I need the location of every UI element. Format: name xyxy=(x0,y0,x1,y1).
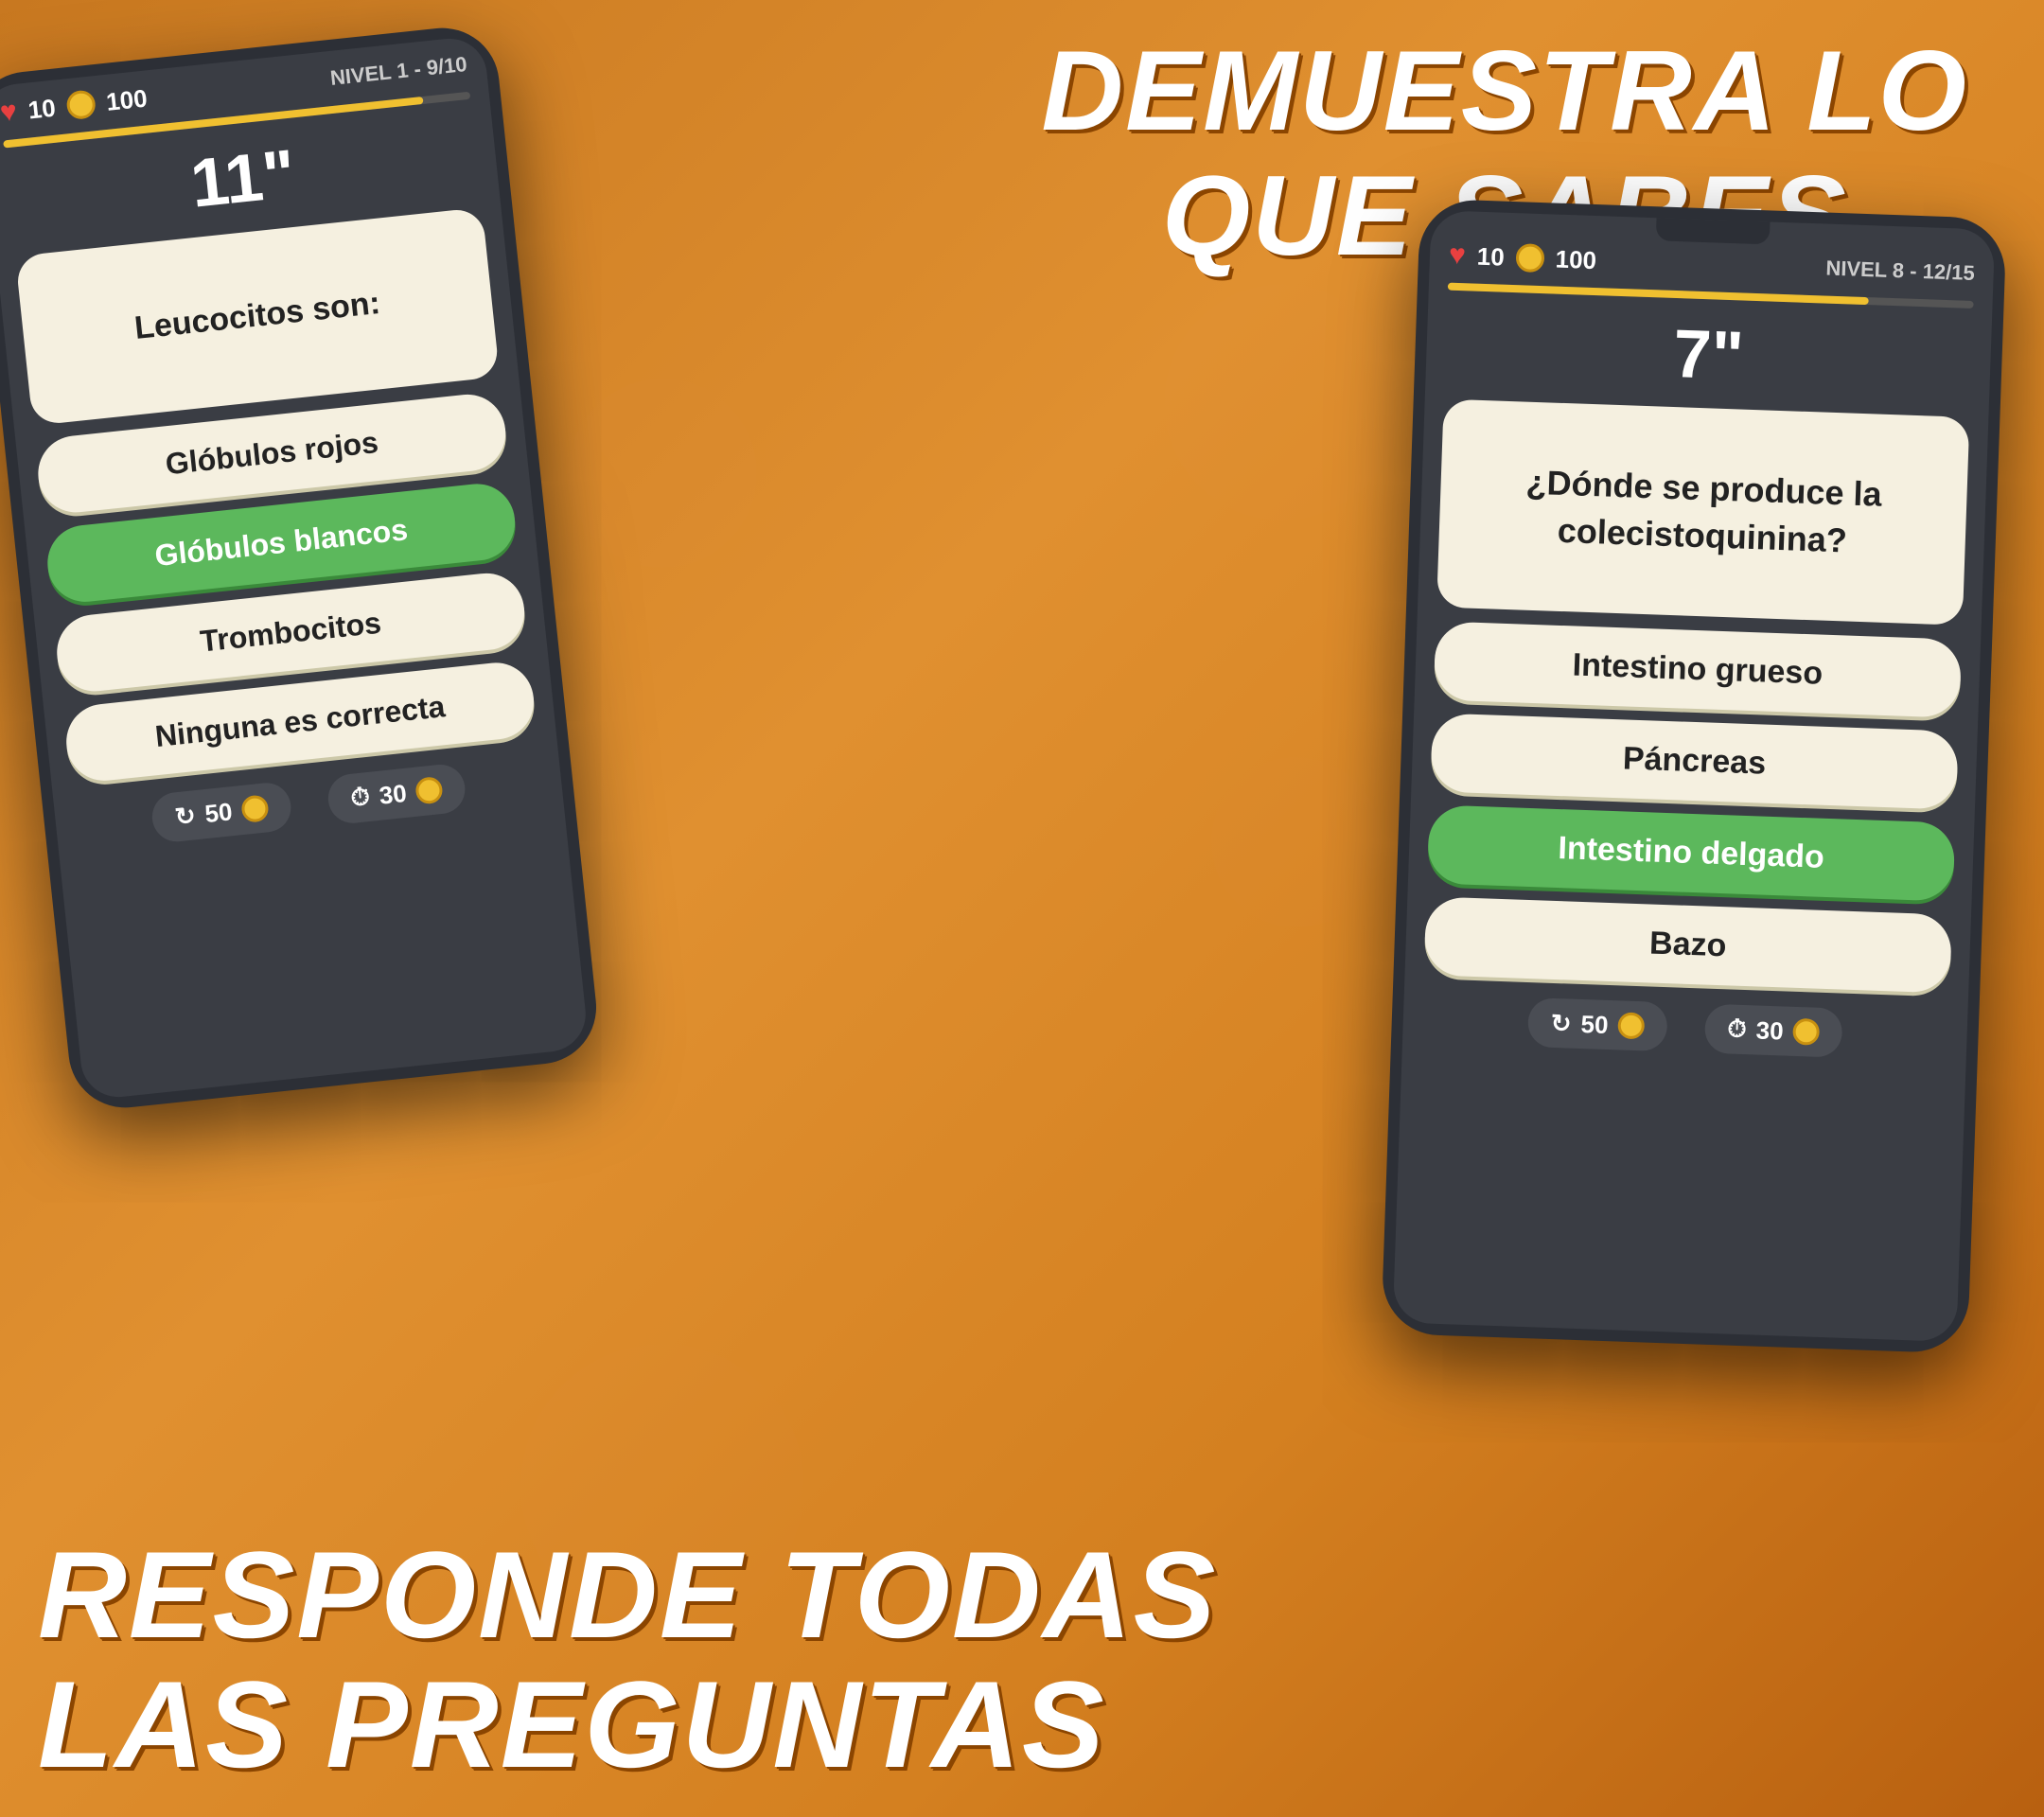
coin-icon-left xyxy=(65,89,97,120)
powerup1-icon-left: ↻ xyxy=(173,801,197,832)
hearts-right: 10 xyxy=(1476,241,1505,272)
question-text-right: ¿Dónde se produce la colecistoquinina? xyxy=(1465,456,1941,568)
headline-bottom-line1: RESPONDE TODAS xyxy=(38,1530,1217,1660)
coins-left: 100 xyxy=(105,83,149,116)
answers-right: Intestino grueso Páncreas Intestino delg… xyxy=(1405,621,1982,995)
powerup2-coin-right xyxy=(1792,1018,1820,1046)
timer-right: 7" xyxy=(1425,297,1992,409)
powerup1-left[interactable]: ↻ 50 xyxy=(150,781,292,844)
headline-bottom-line2: LAS PREGUNTAS xyxy=(38,1660,1217,1790)
headline-top-line1: DEMUESTRA LO xyxy=(1041,28,1968,153)
powerup1-coin-left xyxy=(240,794,270,823)
answer-right-2[interactable]: Intestino delgado xyxy=(1427,804,1956,901)
hearts-left: 10 xyxy=(26,93,57,125)
phone-right-screen: ♥ 10 100 NIVEL 8 - 12/15 7" ¿Dónde se pr… xyxy=(1393,210,1996,1342)
phone-left-screen: ♥ 10 100 NIVEL 1 - 9/10 11" Leucocitos s… xyxy=(0,35,590,1101)
powerup2-cost-right: 30 xyxy=(1755,1015,1784,1046)
heart-icon-right: ♥ xyxy=(1448,239,1466,273)
headline-bottom: RESPONDE TODAS LAS PREGUNTAS xyxy=(38,1530,1217,1789)
powerup2-icon-left: ⏱ xyxy=(349,782,372,814)
answer-right-0[interactable]: Intestino grueso xyxy=(1434,621,1963,717)
phone-left: ♥ 10 100 NIVEL 1 - 9/10 11" Leucocitos s… xyxy=(0,23,602,1114)
phone-right: ♥ 10 100 NIVEL 8 - 12/15 7" ¿Dónde se pr… xyxy=(1381,199,2007,1354)
powerup2-right[interactable]: ⏱ 30 xyxy=(1704,1004,1843,1058)
powerup1-coin-right xyxy=(1617,1012,1645,1039)
answer-right-1[interactable]: Páncreas xyxy=(1430,713,1959,809)
question-card-left: Leucocitos son: xyxy=(15,207,500,426)
level-right: NIVEL 8 - 12/15 xyxy=(1825,256,1975,286)
powerup2-cost-left: 30 xyxy=(378,778,408,810)
powerup2-coin-left xyxy=(414,776,444,805)
level-left: NIVEL 1 - 9/10 xyxy=(329,52,468,91)
notch-right xyxy=(1656,218,1771,244)
powerup1-cost-right: 50 xyxy=(1580,1010,1609,1040)
powerup1-right[interactable]: ↻ 50 xyxy=(1527,997,1667,1051)
coin-icon-right xyxy=(1515,243,1544,273)
powerup2-icon-right: ⏱ xyxy=(1727,1014,1747,1045)
question-text-left: Leucocitos son: xyxy=(132,281,382,352)
powerup1-cost-left: 50 xyxy=(203,797,234,829)
heart-icon-left: ♥ xyxy=(0,96,19,130)
coins-right: 100 xyxy=(1555,244,1596,274)
powerup1-icon-right: ↻ xyxy=(1550,1008,1572,1038)
question-card-right: ¿Dónde se produce la colecistoquinina? xyxy=(1436,399,1969,626)
answers-left: Glóbulos rojos Glóbulos blancos Tromboci… xyxy=(16,389,556,786)
powerup2-left[interactable]: ⏱ 30 xyxy=(326,762,467,825)
